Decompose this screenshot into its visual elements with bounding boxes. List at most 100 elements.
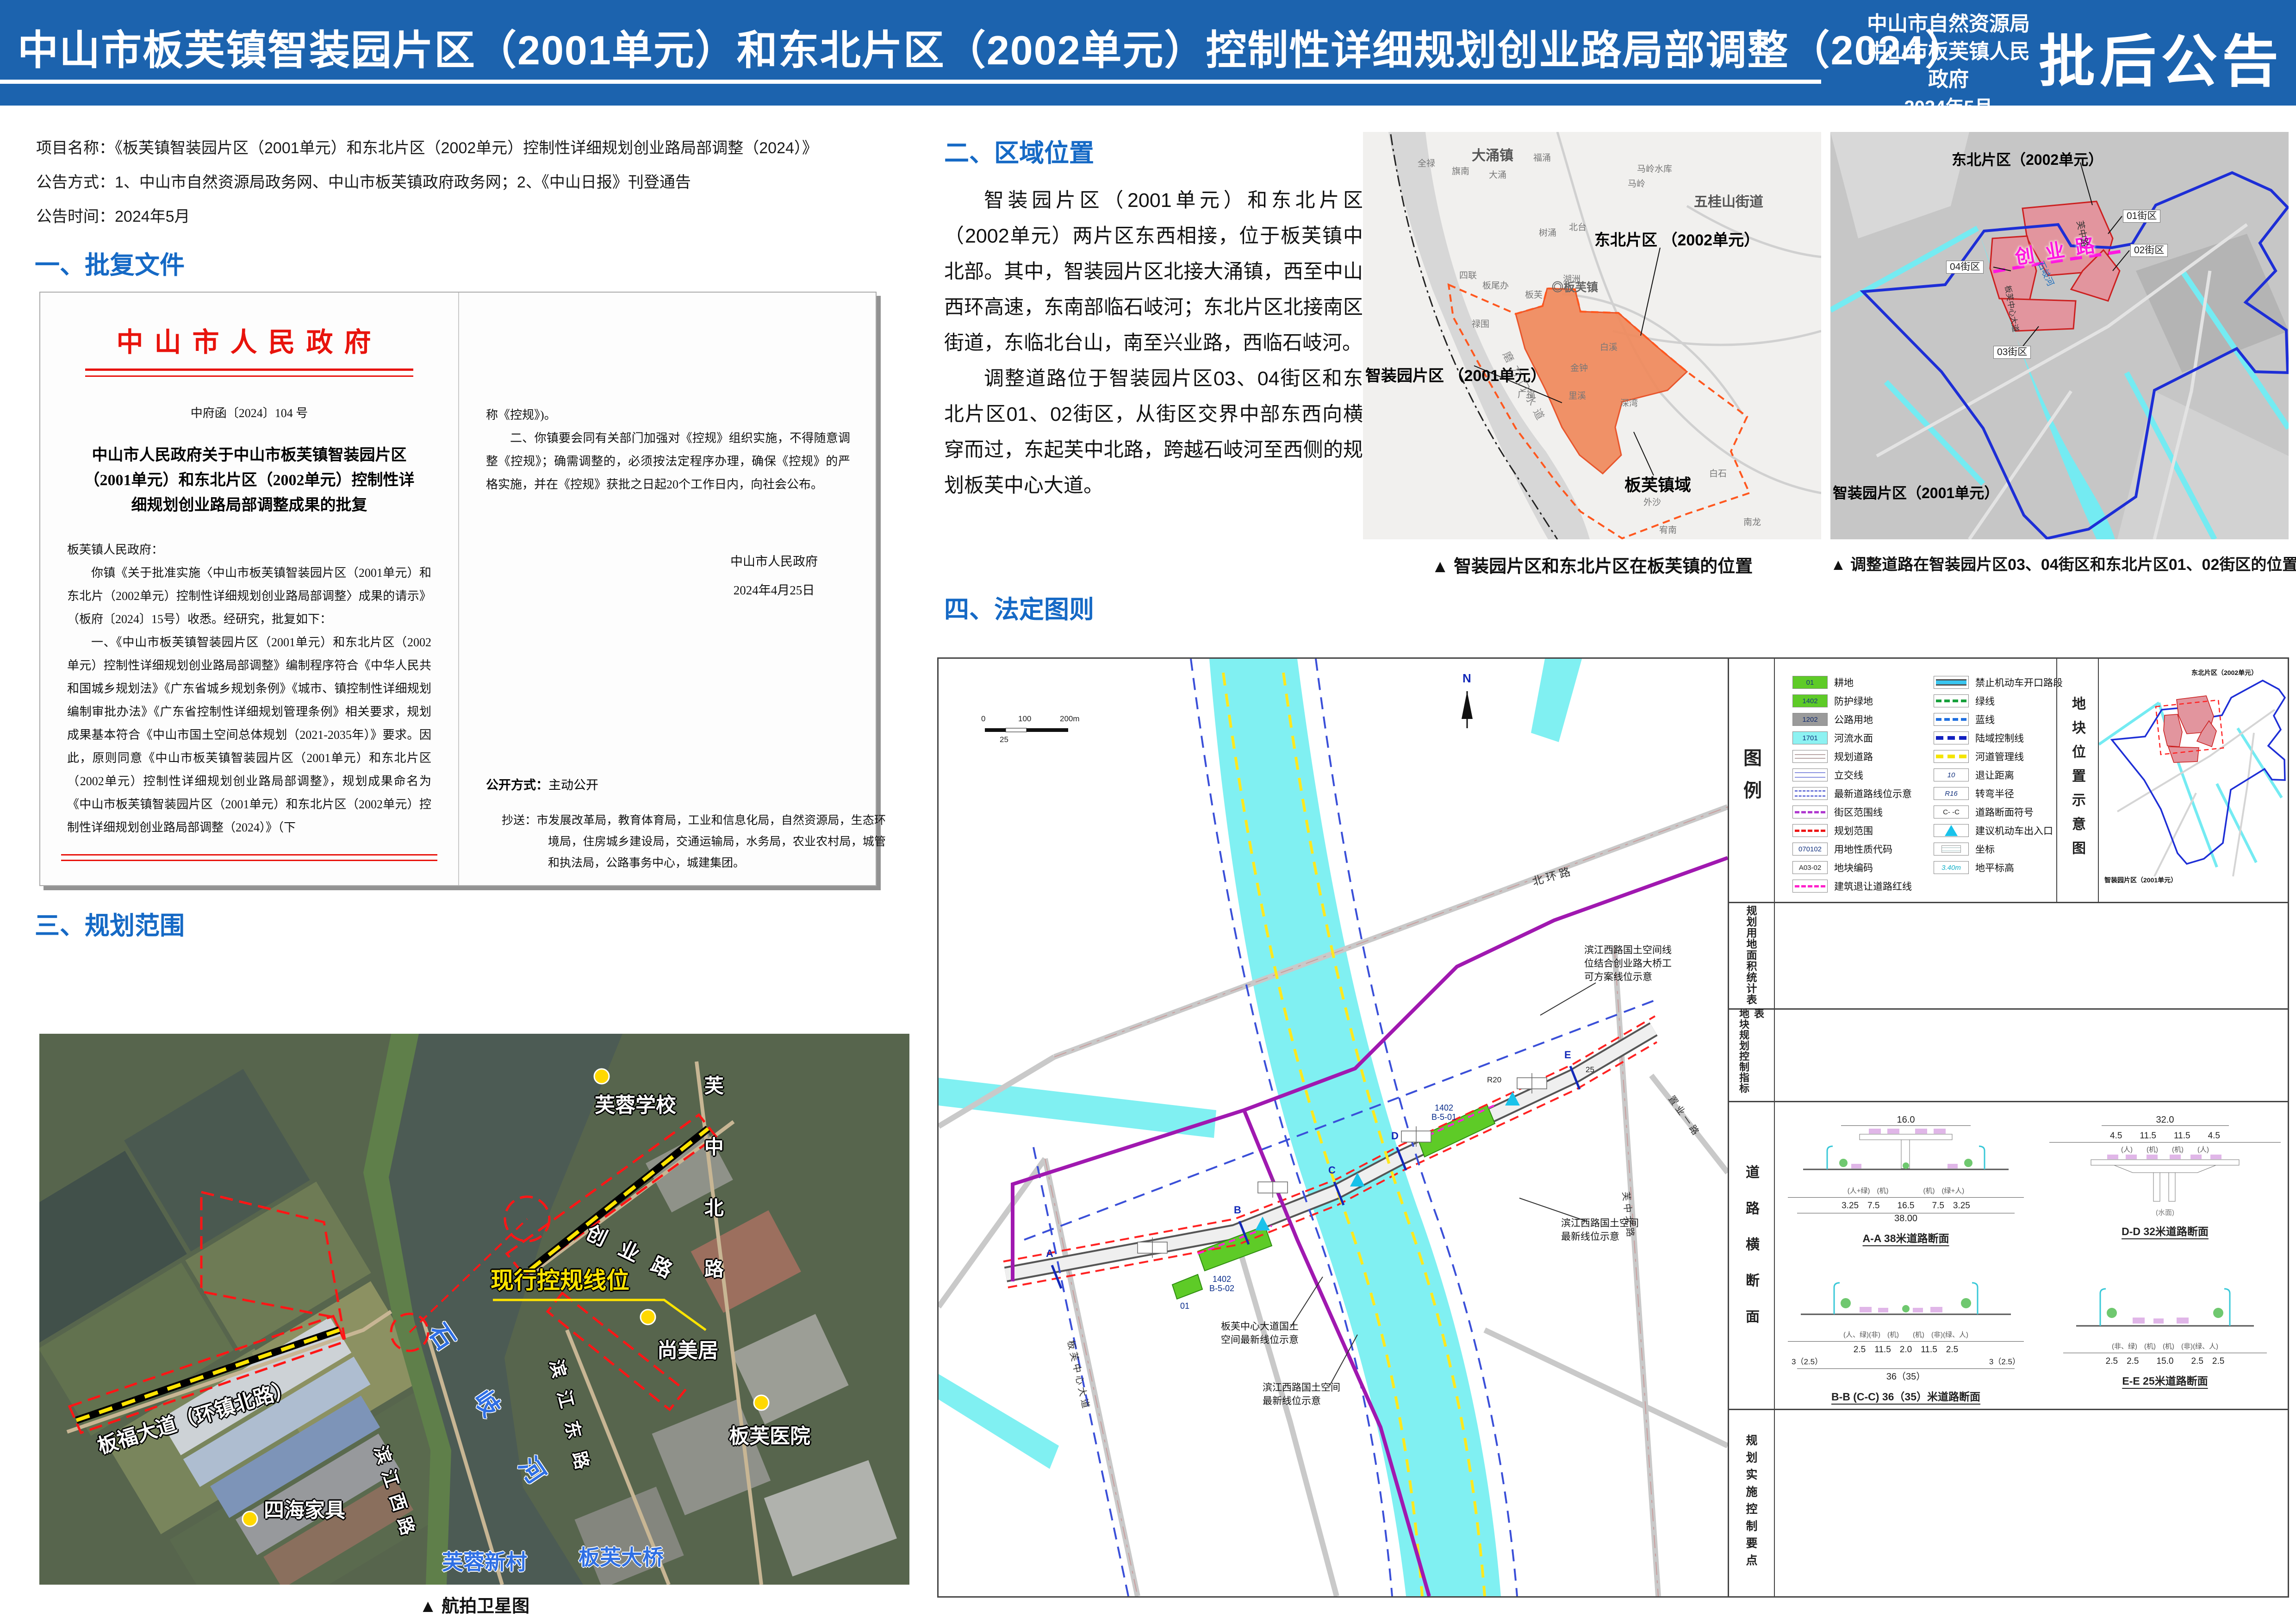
publicity-label: 公开方式： [486, 778, 548, 792]
annotation-4: 滨江西路国土空间 最新线位示意 [1263, 1381, 1340, 1408]
legend-item: 街区范围线 [1792, 805, 1883, 819]
plot-location-art [2099, 659, 2288, 902]
legend-item: 河道管理线 [1934, 750, 2024, 763]
header-date: 2024年5月 [1860, 94, 2036, 121]
place-label: 南龙 [1743, 518, 1761, 528]
satellite-art [39, 1034, 909, 1585]
panel-divider-h1 [1728, 902, 2288, 903]
document-agency: 中山市人民政府 [67, 320, 431, 359]
section-dims: 3.25 7.5 16.5 7.5 3.25 [1788, 1197, 2024, 1211]
town-locator-map: 大涌镇 五桂山街道 东北片区 （2002单元） 智装园片区 （2001单元） 板… [1363, 132, 1821, 539]
legend-item: 禁止机动车开口路段 [1934, 675, 2063, 689]
legend-item: 10退让距离 [1934, 768, 2014, 782]
legend-item: 1202公路用地 [1792, 712, 1873, 726]
section-mark-e: E [1564, 1049, 1571, 1061]
place-label: 树涌 [1539, 228, 1556, 238]
place-label: 板尾办 [1482, 281, 1509, 291]
strip-divider-v [1774, 659, 1775, 1596]
document-number: 中府函〔2024〕104 号 [67, 404, 431, 421]
legend-item: 规划道路 [1792, 750, 1873, 763]
annotation-2: 滨江西路国土空间 最新线位示意 [1561, 1217, 1639, 1243]
section-4-title: 四、法定图则 [944, 589, 1094, 625]
document-publicity: 公开方式：主动公开 [486, 775, 598, 793]
document-para-3: 二、你镇要会同有关部门加强对《控规》组织实施，不得随意调整《控规》；确需调整的，… [486, 427, 850, 496]
block-02-label: 02街区 [2130, 244, 2168, 257]
annotation-3: 板芙中心大道国土 空间最新线位示意 [1221, 1320, 1299, 1347]
section-caption: D-D 32米道路断面 [2049, 1223, 2281, 1238]
place-label: 外沙 [1643, 498, 1661, 508]
panel-divider-h4 [1728, 1409, 2288, 1410]
document-footer-rule [61, 854, 437, 861]
meta-announce-time: 公告时间：2024年5月 [36, 204, 190, 226]
section-lanes: (人、绿)(非) (机) (机) (非)(绿、人) [1788, 1330, 2024, 1339]
swatch-elevation: 3.40m [1934, 861, 1969, 874]
place-label: 全禄 [1418, 159, 1435, 169]
place-label: 板芙 [1525, 290, 1543, 300]
section-art-grade-small [2072, 1281, 2258, 1337]
legend-item: 绿线 [1934, 694, 1995, 708]
swatch-setback-distance: 10 [1934, 768, 1969, 781]
road-section-ee: (非、绿) (机) (机) (非)(绿、人) 2.5 2.5 15.0 2.5 … [2063, 1281, 2267, 1388]
swatch-latest-alignment [1792, 787, 1828, 800]
swatch-block-boundary [1792, 806, 1828, 818]
plots-table-vtitle: 地块规划控制指标表 [1728, 1008, 1774, 1101]
plan-map-art [939, 659, 1728, 1596]
legend-vtitle: 图例 [1728, 659, 1774, 902]
header-org-block: 中山市自然资源局 中山市板芙镇人民政府 2024年5月 [1860, 10, 2036, 121]
poster-page: 中山市板芙镇智装园片区（2001单元）和东北片区（2002单元）控制性详细规划创… [0, 0, 2296, 1624]
roadsec-vtitle: 道路横断面 [1728, 1101, 1774, 1409]
fuzhongbei-road-label: 芙中北路 [701, 1075, 723, 1320]
place-label: 金钟 [1570, 363, 1588, 374]
swatch-no-opening [1934, 676, 1969, 689]
annotation-1: 滨江西路国土空间线 位结合创业路大桥工 可方案线位示意 [1584, 943, 1672, 984]
section-dims: 4.5 11.5 11.5 4.5 [2049, 1128, 2281, 1143]
org-line-2: 中山市板芙镇人民政府 [1860, 38, 2036, 94]
section-mark-c: C [1328, 1164, 1336, 1176]
swatch-highway: 1202 [1792, 713, 1828, 726]
document-para-2: 一、《中山市板芙镇智装园片区（2001单元）和东北片区（2002单元）控制性详细… [67, 631, 431, 839]
swatch-section-symbol: C- -C [1934, 806, 1969, 818]
document-red-rule [85, 369, 413, 377]
legend-item: A03-02地块编码 [1792, 861, 1873, 874]
legend-item: 1701河流水面 [1792, 731, 1873, 745]
scale-25: 25 [1000, 735, 1008, 744]
section-1-title: 一、批复文件 [35, 244, 185, 281]
document-para-2-cont: 称《控规》)。 [486, 404, 850, 427]
scale-bar [985, 728, 1068, 732]
section-3-title: 三、规划范围 [35, 905, 185, 942]
legend-item: 070102用地性质代码 [1792, 842, 1892, 856]
place-label: 四联 [1459, 271, 1477, 281]
swatch-river-mgmt-line [1934, 750, 1969, 763]
section-art-bridge-tall [2063, 1154, 2267, 1205]
swatch-planned-road [1792, 750, 1828, 763]
region-para-2: 调整道路位于智装园片区03、04街区和东北片区01、02街区，从街区交界中部东西… [944, 361, 1363, 504]
document-signature: 中山市人民政府 2024年4月25日 [730, 547, 818, 605]
document-signer: 中山市人民政府 [730, 547, 818, 576]
road-section-dd: 32.0 4.5 11.5 11.5 4.5 (人) (机) (机) (人) (… [2049, 1115, 2281, 1238]
section-top-width: 16.0 [1841, 1115, 1971, 1126]
swatch-coordinate [1934, 843, 1969, 856]
swatch-planning-scope [1792, 824, 1828, 837]
legend-item: 3.40m地平标高 [1934, 861, 2014, 874]
section-caption: E-E 25米道路断面 [2063, 1372, 2267, 1388]
section-mark-b: B [1234, 1204, 1241, 1216]
radius-label: R20 [1487, 1075, 1501, 1085]
block-code-b502: 1402 B-5-02 [1209, 1274, 1234, 1293]
mini-unit2-label: 东北片区（2002单元） [2191, 669, 2258, 676]
map1-caption: ▲ 智装园片区和东北片区在板芙镇的位置 [1363, 552, 1821, 577]
legend-item: 陆域控制线 [1934, 731, 2024, 745]
section-dims: 2.5 2.5 15.0 2.5 2.5 [2063, 1353, 2267, 1367]
road-section-aa: 16.0 (人+绿) (机) (机) (绿+人) 3.25 7.5 16.5 7… [1788, 1115, 2024, 1245]
section-total: 36（35） [1797, 1368, 2014, 1382]
sihai-furniture-label: 四海家具 [264, 1499, 345, 1523]
section-lanes: (非、绿) (机) (机) (非)(绿、人) [2063, 1341, 2267, 1351]
document-para-1: 你镇《关于批准实施〈中山市板芙镇智装园片区（2001单元）和东北片（2002单元… [67, 562, 431, 631]
header-divider [0, 80, 1821, 84]
place-label: 白溪 [1600, 343, 1618, 353]
landuse-table-vtitle: 规划用地面积统计表 [1728, 902, 1774, 1008]
document-sign-date: 2024年4月25日 [730, 576, 818, 605]
swatch-green-buffer: 1402 [1792, 694, 1828, 707]
meta-project-name: 项目名称：《板芙镇智装园片区（2001单元）和东北片区（2002单元）控制性详细… [36, 135, 818, 158]
setback-distance-label: 25 [1586, 1065, 1594, 1074]
section-mark-d: D [1391, 1130, 1399, 1142]
